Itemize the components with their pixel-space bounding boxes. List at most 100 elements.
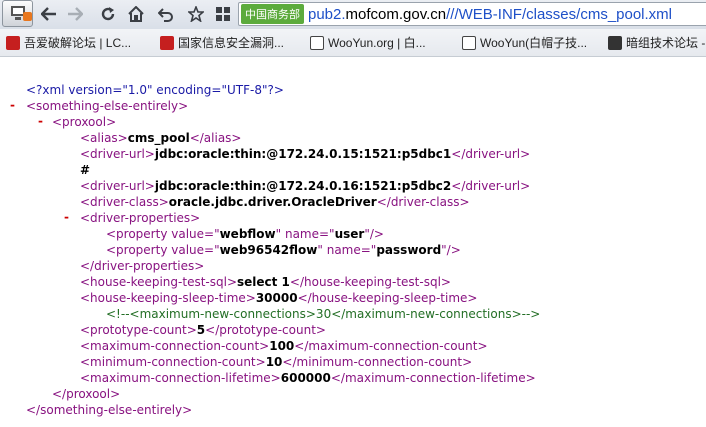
bookmark-label: 暗组技术论坛 - <box>626 36 706 50</box>
star-icon[interactable] <box>185 3 207 25</box>
tag-text: <maximum-connection-lifetime> <box>80 371 281 385</box>
monitor-stand <box>15 17 21 20</box>
prototype-count-element: <prototype-count>5</prototype-count> <box>80 322 326 338</box>
bookmark-label: WooYun.org | 白... <box>328 36 426 50</box>
update-arrow-icon <box>23 12 32 21</box>
maximum-connection-count-element: <maximum-connection-count>100</maximum-c… <box>80 338 488 354</box>
alias-element: <alias>cms_pool</alias> <box>80 130 241 146</box>
maximum-connection-lifetime-element: <maximum-connection-lifetime>600000</max… <box>80 370 536 386</box>
connection-lifetime-value: 600000 <box>280 371 331 385</box>
tag-text: <something-else-entirely> <box>26 99 189 113</box>
hash-text: # <box>80 162 90 178</box>
red-logo-icon <box>160 35 174 50</box>
bookmarks-bar: 吾爱破解论坛 | LC... 国家信息安全漏洞... WooYun.org | … <box>0 29 706 57</box>
tag-text: <property value=" <box>106 227 220 241</box>
url-text: pub2.mofcom.gov.cn///WEB-INF/classes/cms… <box>308 6 672 23</box>
max-connection-value: 100 <box>269 339 295 353</box>
root-close-tag: </something-else-entirely> <box>26 402 192 418</box>
address-bar[interactable]: 中国商务部 pub2.mofcom.gov.cn///WEB-INF/class… <box>238 2 706 26</box>
tag-text: <proxool> <box>52 115 117 129</box>
xml-declaration-text: <?xml version="1.0" encoding="UTF-8"?> <box>26 83 284 97</box>
tag-text: <prototype-count> <box>80 323 197 337</box>
bookmark-item[interactable]: 国家信息安全漏洞... <box>160 33 300 52</box>
house-keeping-sleep-time-element: <house-keeping-sleep-time>30000</house-k… <box>80 290 477 306</box>
proxool-close-tag: </proxool> <box>52 386 120 402</box>
property-value: web96542flow <box>219 243 318 257</box>
collapse-toggle[interactable]: - <box>38 114 43 128</box>
reload-icon[interactable] <box>97 3 119 25</box>
tag-text: </driver-properties> <box>80 259 205 273</box>
tag-text: <minimum-connection-count> <box>80 355 266 369</box>
tag-text: </maximum-connection-count> <box>294 339 488 353</box>
test-sql-value: select 1 <box>237 275 290 289</box>
bookmark-label: 吾爱破解论坛 | LC... <box>24 36 132 50</box>
doc-icon <box>462 35 476 50</box>
tag-text: <alias> <box>80 131 128 145</box>
bookmark-item[interactable]: WooYun(白帽子技... <box>462 33 602 52</box>
alias-value: cms_pool <box>127 131 190 145</box>
min-connection-value: 10 <box>265 355 283 369</box>
tag-text: </minimum-connection-count> <box>282 355 473 369</box>
home-icon[interactable] <box>125 3 147 25</box>
url-path: ///WEB-INF/classes/cms_pool.xml <box>446 5 673 23</box>
tag-text: </proxool> <box>52 387 121 401</box>
minimum-connection-count-element: <minimum-connection-count>10</minimum-co… <box>80 354 472 370</box>
driver-properties-close-tag: </driver-properties> <box>80 258 204 274</box>
tag-text: "/> <box>364 227 384 241</box>
tag-text: </prototype-count> <box>205 323 326 337</box>
tag-text: </alias> <box>189 131 242 145</box>
property-value: webflow <box>219 227 276 241</box>
tag-text: </driver-class> <box>376 195 470 209</box>
tag-text: </house-keeping-test-sql> <box>289 275 451 289</box>
tag-text: "/> <box>441 243 461 257</box>
collapse-toggle[interactable]: - <box>64 210 69 224</box>
apps-grid-icon[interactable] <box>212 3 234 25</box>
driver-class-value: oracle.jdbc.driver.OracleDriver <box>168 195 377 209</box>
app-menu-icon[interactable] <box>2 0 33 27</box>
prototype-count-value: 5 <box>196 323 206 337</box>
tag-text: </maximum-connection-lifetime> <box>330 371 536 385</box>
bookmark-label: 国家信息安全漏洞... <box>178 36 285 50</box>
sleep-time-value: 30000 <box>255 291 298 305</box>
collapse-toggle[interactable]: - <box>10 98 15 112</box>
dark-icon <box>608 35 622 50</box>
property-element: <property value="webflow" name="user"/> <box>106 226 384 242</box>
xml-comment: <!--<maximum-new-connections>30</maximum… <box>106 306 540 322</box>
property-element: <property value="web96542flow" name="pas… <box>106 242 461 258</box>
bookmark-label: WooYun(白帽子技... <box>480 36 588 50</box>
forward-arrow-icon[interactable] <box>64 3 86 25</box>
bookmark-item[interactable]: 吾爱破解论坛 | LC... <box>6 33 148 52</box>
tag-text: " name=" <box>275 227 335 241</box>
back-arrow-icon[interactable] <box>38 3 60 25</box>
url-host: mofcom.gov.cn <box>345 5 447 23</box>
driver-properties-open-tag: <driver-properties> <box>80 210 200 226</box>
tag-text: <property value=" <box>106 243 220 257</box>
house-keeping-test-sql-element: <house-keeping-test-sql>select 1</house-… <box>80 274 451 290</box>
driver-url-value: jdbc:oracle:thin:@172.24.0.16:1521:p5dbc… <box>154 179 452 193</box>
comment-text: <!--<maximum-new-connections>30</maximum… <box>106 307 541 321</box>
browser-toolbar: 中国商务部 pub2.mofcom.gov.cn///WEB-INF/class… <box>0 0 706 29</box>
url-subdomain: pub2. <box>308 5 346 23</box>
red-logo-icon <box>6 35 20 50</box>
bookmark-item[interactable]: 暗组技术论坛 - <box>608 33 706 52</box>
tag-text: <driver-class> <box>80 195 169 209</box>
site-badge: 中国商务部 <box>241 4 304 24</box>
root-open-tag: <something-else-entirely> <box>26 98 188 114</box>
property-name: user <box>334 227 365 241</box>
bookmark-item[interactable]: WooYun.org | 白... <box>310 33 445 52</box>
tag-text: <maximum-connection-count> <box>80 339 270 353</box>
driver-url-element: <driver-url>jdbc:oracle:thin:@172.24.0.1… <box>80 178 530 194</box>
tag-text: <house-keeping-test-sql> <box>80 275 237 289</box>
doc-icon <box>310 35 324 50</box>
driver-url-value: jdbc:oracle:thin:@172.24.0.15:1521:p5dbc… <box>154 147 452 161</box>
tag-text: </something-else-entirely> <box>26 403 193 417</box>
tag-text: " name=" <box>317 243 377 257</box>
property-name: password <box>376 243 442 257</box>
driver-url-element: <driver-url>jdbc:oracle:thin:@172.24.0.1… <box>80 146 530 162</box>
xml-declaration: <?xml version="1.0" encoding="UTF-8"?> <box>26 82 284 98</box>
hash-value: # <box>80 163 91 177</box>
tag-text: </house-keeping-sleep-time> <box>297 291 478 305</box>
tag-text: <driver-url> <box>80 179 155 193</box>
undo-close-tab-icon[interactable] <box>155 3 177 25</box>
driver-class-element: <driver-class>oracle.jdbc.driver.OracleD… <box>80 194 470 210</box>
